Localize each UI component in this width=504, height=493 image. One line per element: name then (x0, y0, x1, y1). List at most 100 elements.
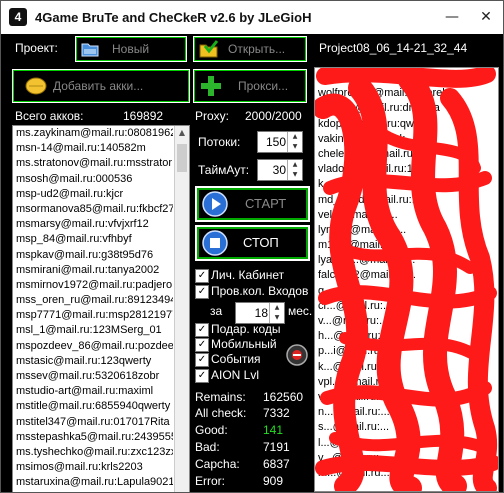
list-item[interactable]: mspkav@mail.ru:g38t95d76 (13, 249, 173, 264)
app-window: 4 4Game BruTe and CheCkeR v2.6 by JLeGio… (0, 0, 504, 493)
mobile-label: Мобильный (211, 337, 277, 351)
window-title: 4Game BruTe and CheCkeR v2.6 by JLeGioH (35, 10, 312, 25)
bad-value: 7191 (263, 440, 290, 454)
months-value: 18 (254, 306, 268, 320)
list-item[interactable]: ms.zaykinam@mail.ru:08081962 (13, 127, 173, 142)
list-item[interactable]: ms.tyshechko@mail.ru:zxc123zx (13, 446, 173, 461)
remains-label: Remains: (195, 390, 246, 404)
list-item[interactable]: msstepashka5@mail.ru:2439555 (13, 431, 173, 446)
project-label: Проект: (15, 41, 58, 55)
list-item[interactable]: msmarsy@mail.ru:vfvjxrf12 (13, 218, 173, 233)
check-folder-icon (199, 40, 219, 58)
proxy-label: Прокси... (238, 79, 289, 93)
accounts-list[interactable]: ms.zaykinam@mail.ru:08081962 msn-14@mail.… (12, 125, 190, 492)
accounts-scrollbar[interactable]: ▲ (174, 126, 189, 492)
list-item[interactable]: mstasic@mail.ru:123qwerty (13, 355, 173, 370)
error-value: 909 (263, 474, 284, 488)
list-item[interactable]: mstitel347@mail.ru:017017Rita (13, 416, 173, 431)
folder-star-icon (81, 41, 99, 57)
scroll-up-icon[interactable]: ▲ (175, 126, 189, 140)
total-accounts-value: 169892 (123, 109, 164, 123)
list-item[interactable]: msp7771@mail.ru:msp28121977 (13, 309, 173, 324)
spin-up-icon[interactable]: ▲ (270, 303, 284, 313)
stop-button[interactable]: СТОП (195, 225, 310, 261)
timeout-spinner[interactable]: 30 ▲ ▼ (257, 159, 303, 181)
title-bar: 4 4Game BruTe and CheCkeR v2.6 by JLeGio… (1, 1, 503, 34)
error-label: Error: (195, 474, 225, 488)
list-item[interactable]: mstaruxina@mail.ru:Lapula9021 (13, 476, 173, 491)
logins-checkbox[interactable]: ✓ (195, 285, 209, 299)
capcha-value: 6837 (263, 457, 290, 471)
minimize-button[interactable]: — (437, 5, 467, 29)
list-item[interactable]: msl_1@mail.ru:123MSerg_01 (13, 324, 173, 339)
allcheck-value: 7332 (263, 406, 290, 420)
list-item[interactable]: msormanova85@mail.ru:fkbcf27 (13, 203, 173, 218)
total-accounts-label: Всего акков: (15, 109, 84, 123)
remains-value: 162560 (263, 390, 304, 404)
gift-codes-checkbox[interactable]: ✓ (195, 323, 209, 337)
green-plus-icon (200, 75, 222, 97)
good-label: Good: (195, 423, 228, 437)
open-project-label: Открыть... (228, 42, 286, 56)
list-item[interactable]: ms.stratonov@mail.ru:msstrator (13, 157, 173, 172)
bad-label: Bad: (195, 440, 220, 454)
add-accounts-label: Добавить акки... (53, 79, 144, 93)
proxy-button[interactable]: Прокси... (193, 69, 307, 103)
aion-checkbox[interactable]: ✓ (195, 369, 209, 383)
list-item[interactable]: mss_oren_ru@mail.ru:89123494 (13, 294, 173, 309)
list-item[interactable]: mspozdeev_86@mail.ru:pozdee (13, 340, 173, 355)
cabinet-label: Лич. Кабинет (211, 268, 285, 282)
spin-down-icon[interactable]: ▼ (288, 142, 302, 152)
list-item[interactable]: mstitle@mail.ru:6855940qwerty (13, 400, 173, 415)
months-spinner[interactable]: 18 ▲ ▼ (235, 302, 285, 324)
mobile-checkbox[interactable]: ✓ (195, 338, 209, 352)
list-item[interactable]: msmirnov1972@mail.ru:padjero (13, 279, 173, 294)
proxy-count-value: 2000/2000 (245, 109, 302, 123)
scroll-thumb[interactable] (177, 144, 187, 172)
threads-spinner[interactable]: 150 ▲ ▼ (257, 131, 303, 153)
events-checkbox[interactable]: ✓ (195, 353, 209, 367)
spin-down-icon[interactable]: ▼ (288, 170, 302, 180)
events-label: События (211, 352, 261, 366)
months-unit-label: мес. (288, 304, 313, 318)
app-icon: 4 (9, 8, 27, 26)
redaction-scribble (315, 68, 498, 491)
add-accounts-button[interactable]: Добавить акки... (12, 69, 190, 103)
allcheck-label: All check: (195, 406, 247, 420)
list-item[interactable]: mssev@mail.ru:5320618zobr (13, 370, 173, 385)
list-item[interactable]: msimos@mail.ru:krls2203 (13, 461, 173, 476)
list-item[interactable]: msp_84@mail.ru:vfhbyf (13, 233, 173, 248)
start-button[interactable]: СТАРТ (195, 186, 310, 222)
logins-for-label: за (210, 304, 223, 318)
list-item[interactable]: msn-14@mail.ru:140582m (13, 142, 173, 157)
threads-label: Потоки: (198, 135, 241, 149)
spin-up-icon[interactable]: ▲ (288, 160, 302, 170)
list-item[interactable]: mstudio-art@mail.ru:maximl (13, 385, 173, 400)
open-project-button[interactable]: Открыть... (193, 36, 307, 62)
close-button[interactable]: ✕ (471, 5, 501, 29)
no-entry-icon[interactable] (286, 344, 308, 366)
start-label: СТАРТ (245, 196, 287, 211)
proxy-count-label: Proxy: (195, 109, 230, 123)
cabinet-checkbox[interactable]: ✓ (195, 269, 209, 283)
good-value: 141 (263, 423, 284, 437)
aion-label: AION Lvl (211, 368, 260, 382)
lemon-icon (25, 76, 47, 96)
spin-up-icon[interactable]: ▲ (288, 132, 302, 142)
results-log[interactable]: e...@rambler.ru:vtnfll wolfprovvol@mail.r… (314, 67, 499, 492)
list-item[interactable]: msosh@mail.ru:000536 (13, 173, 173, 188)
capcha-label: Capcha: (195, 457, 240, 471)
play-icon (202, 191, 228, 217)
gift-codes-label: Подар. коды (211, 322, 281, 336)
threads-value: 150 (265, 135, 286, 149)
stop-icon (202, 230, 228, 256)
list-item[interactable]: msp-ud2@mail.ru:kjcr (13, 188, 173, 203)
list-item[interactable]: msmirani@mail.ru:tanya2002 (13, 264, 173, 279)
new-project-button[interactable]: Новый (75, 36, 187, 62)
stop-label: СТОП (243, 235, 279, 250)
project-name: Project08_06_14-21_32_44 (319, 41, 468, 55)
logins-label: Пров.кол. Входов (211, 284, 309, 298)
new-project-label: Новый (112, 42, 150, 56)
timeout-value: 30 (272, 163, 286, 177)
timeout-label: ТаймАут: (198, 163, 250, 177)
